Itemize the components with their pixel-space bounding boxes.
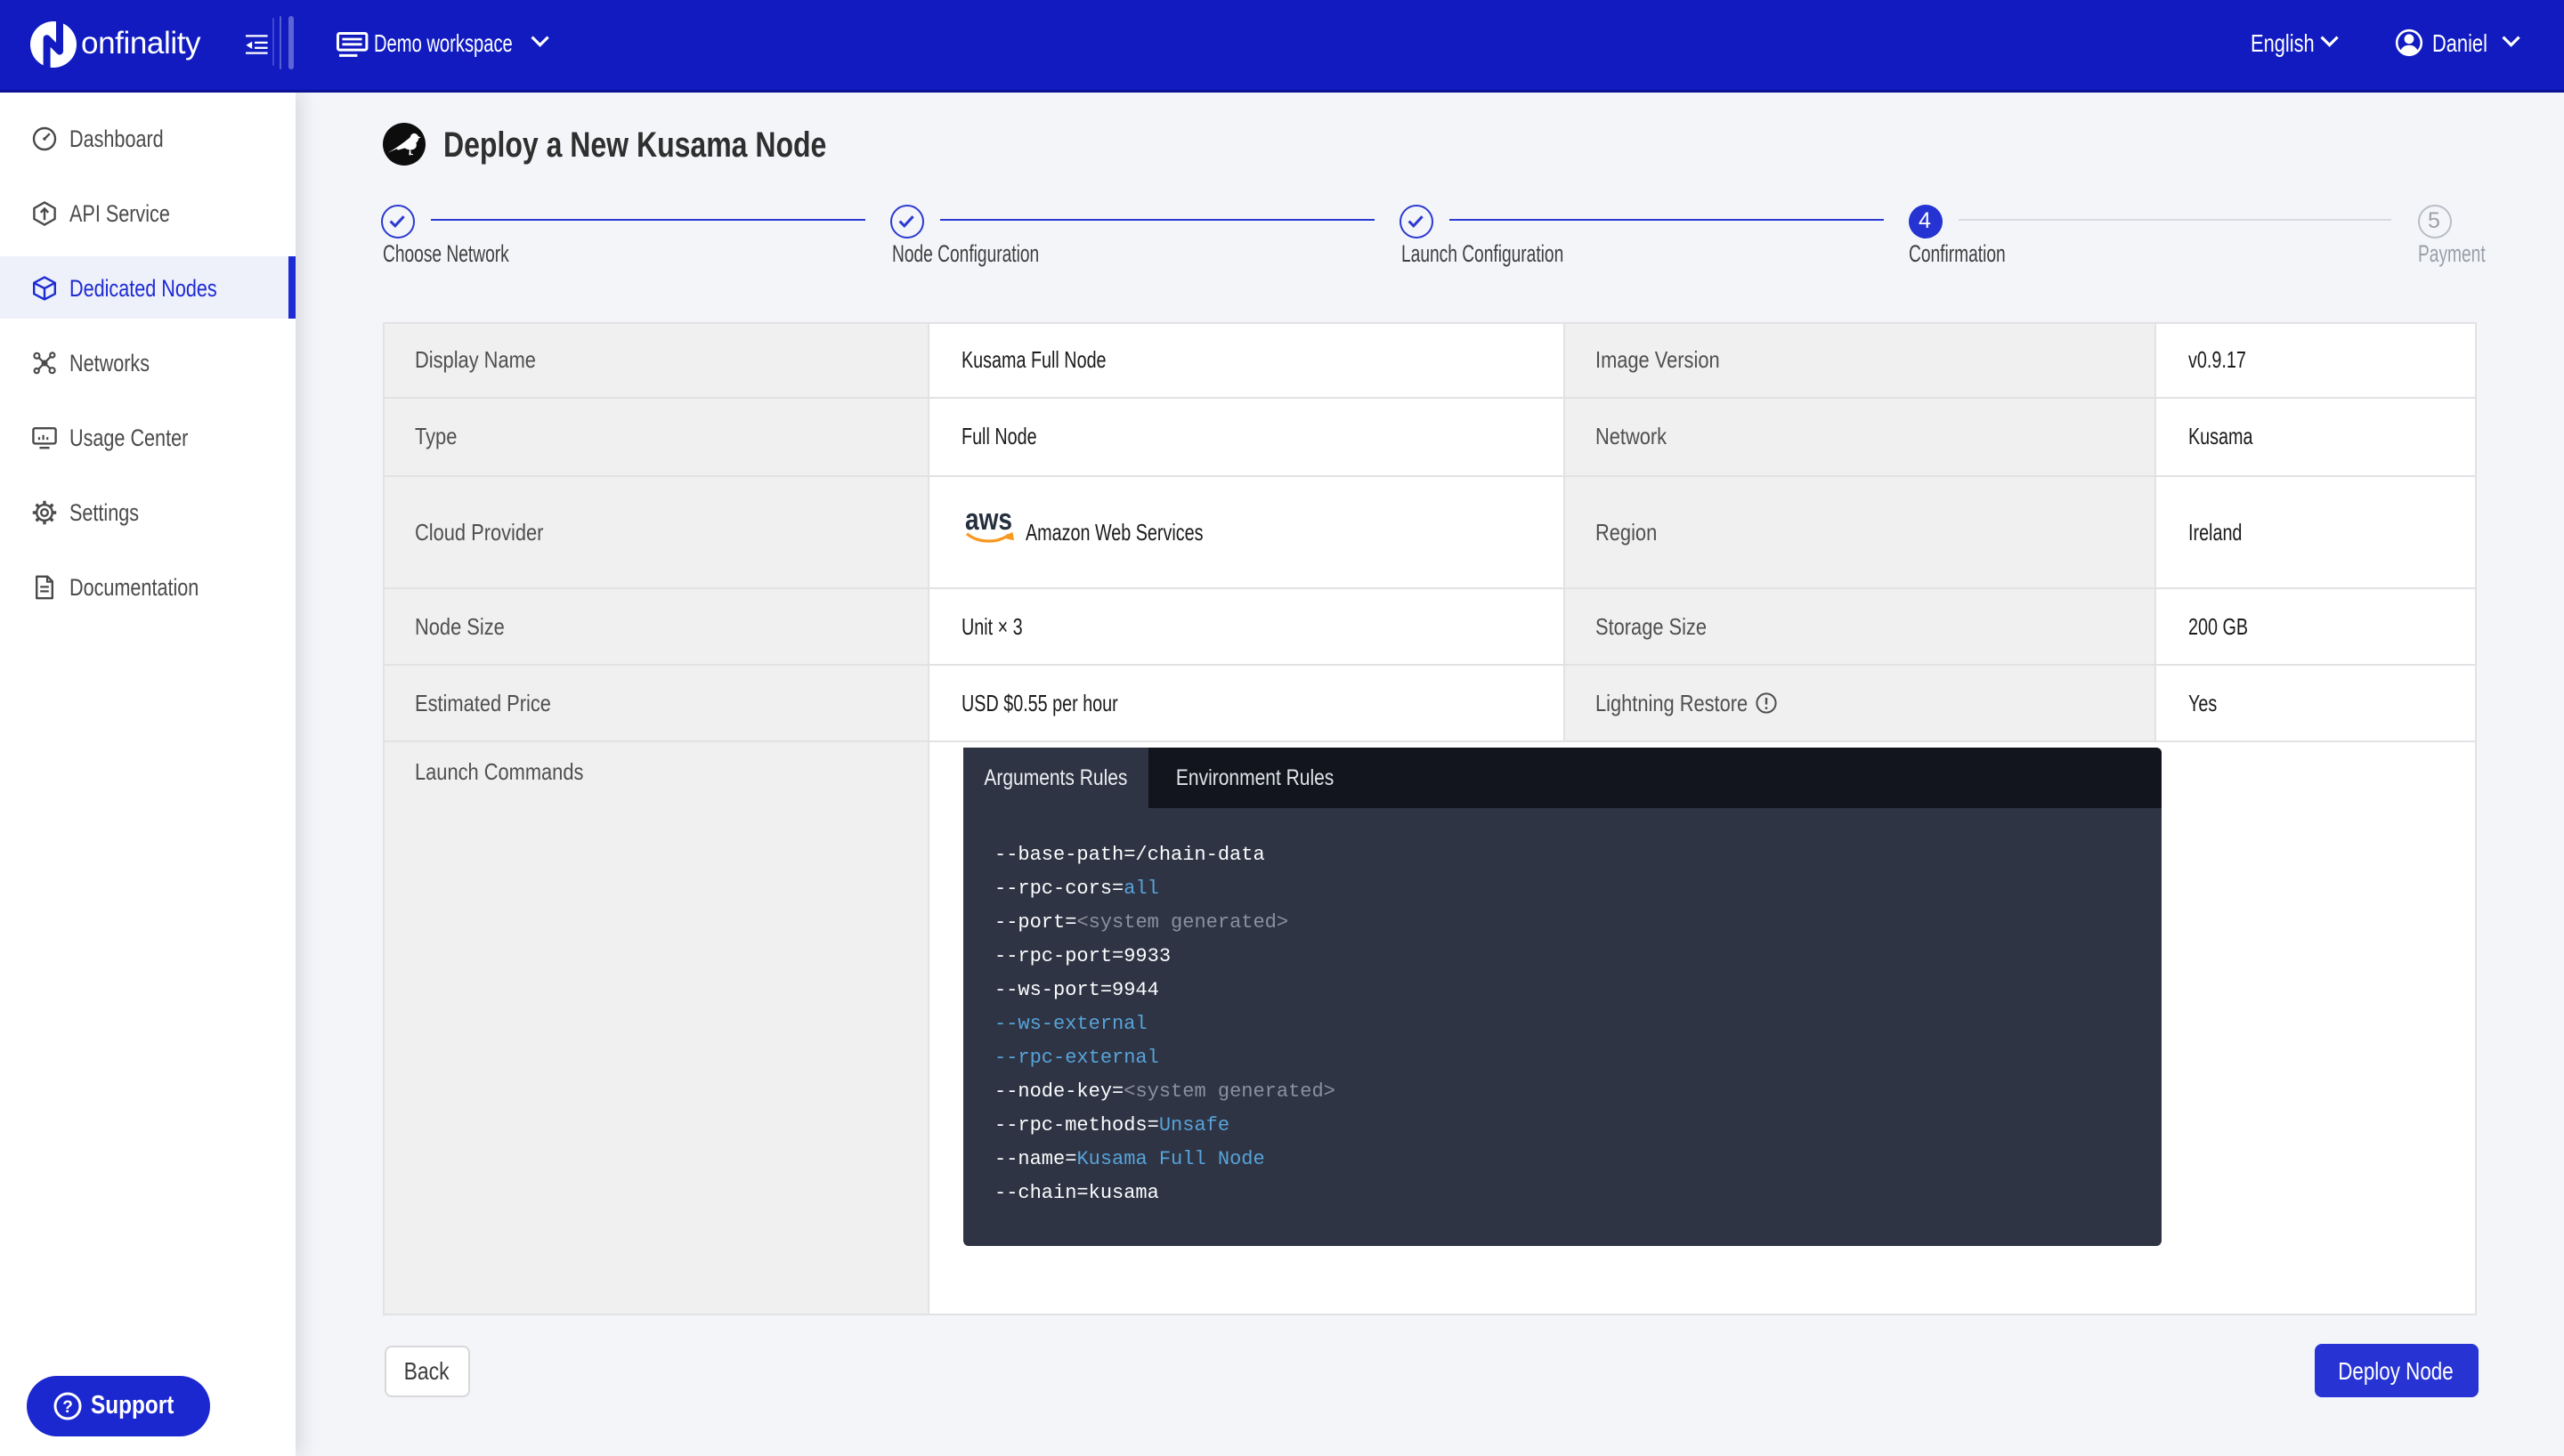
- svg-text:?: ?: [62, 1398, 73, 1417]
- svg-text:aws: aws: [965, 506, 1012, 537]
